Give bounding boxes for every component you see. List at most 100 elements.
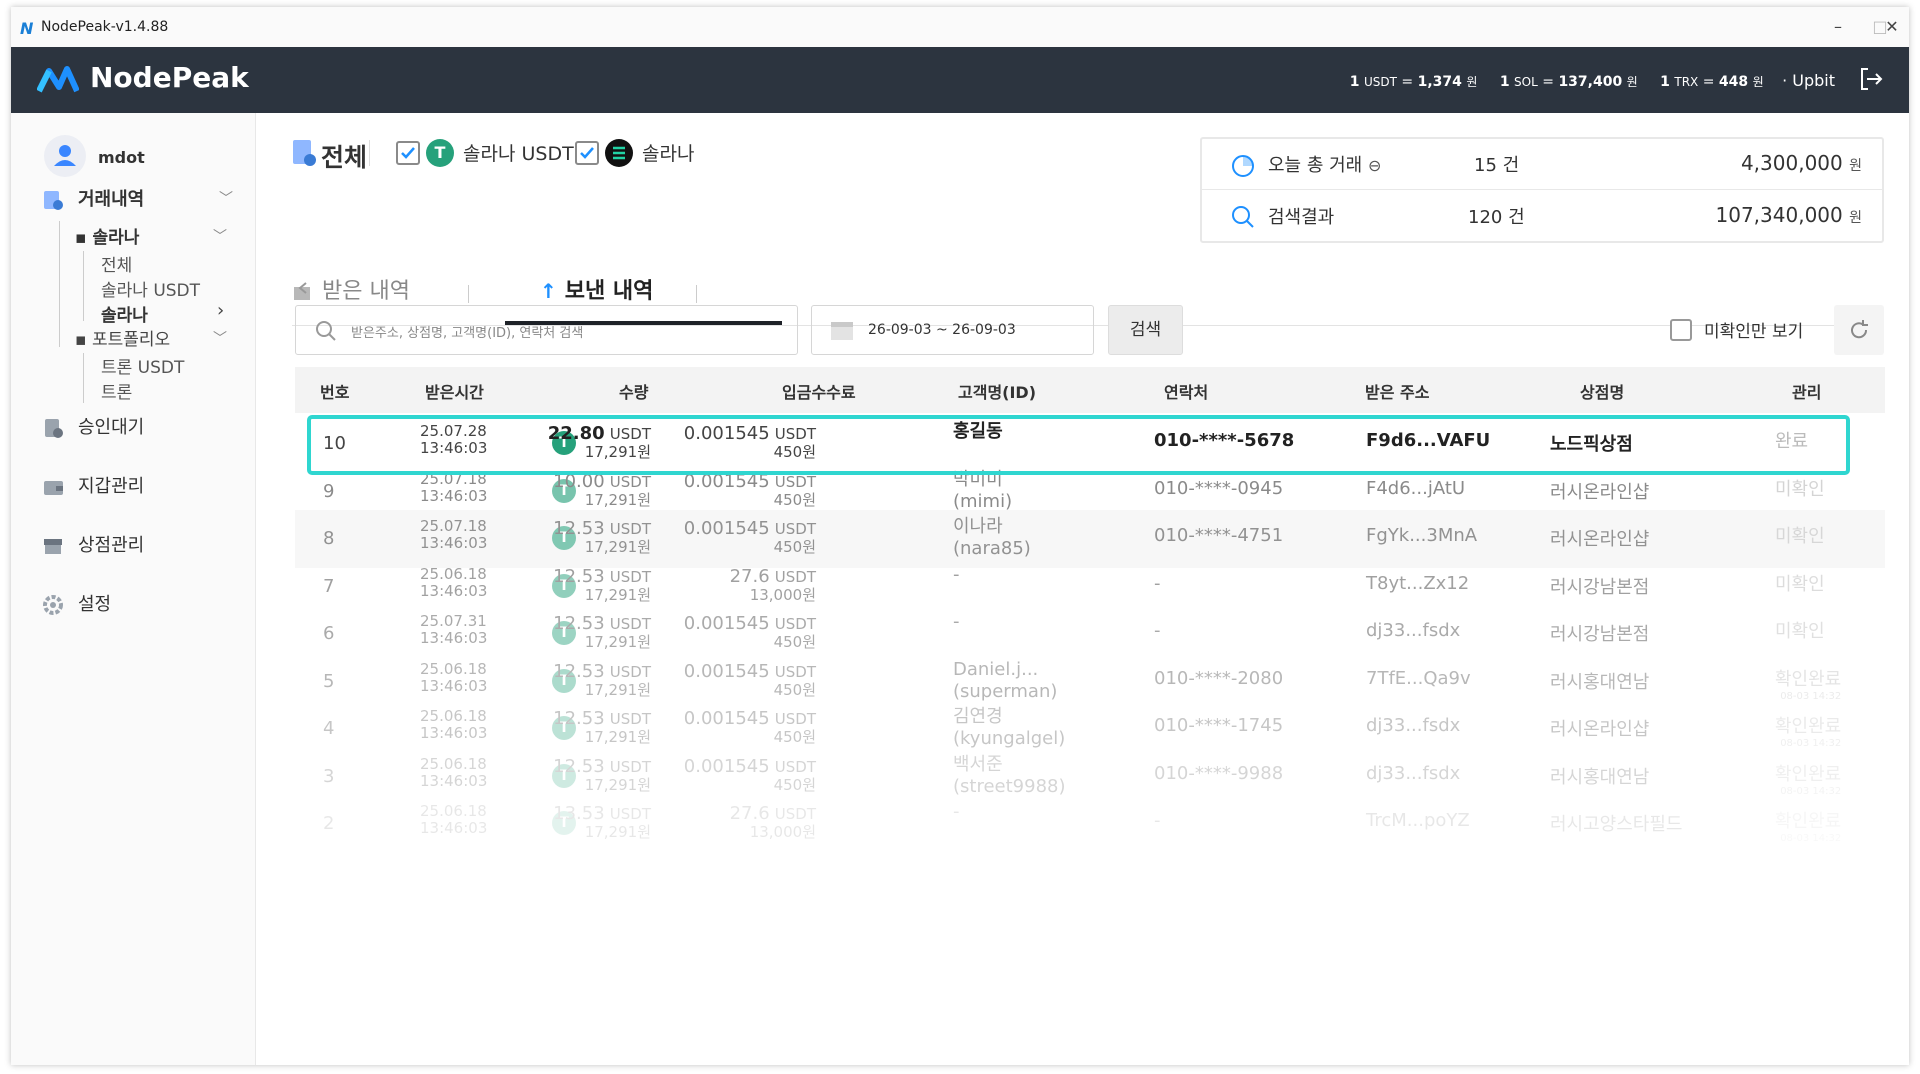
unconfirmed-checkbox[interactable] <box>1670 319 1692 341</box>
chevron-down-icon[interactable]: ﹀ <box>213 226 227 246</box>
row-address[interactable]: 7TfE...Qa9v <box>1366 668 1471 689</box>
row-status[interactable]: 미확인 <box>1775 617 1825 643</box>
row-phone: 010-****-1745 <box>1154 715 1284 736</box>
row-address[interactable]: F4d6...jAtU <box>1366 478 1465 499</box>
row-shop: 러시온라인샵 <box>1550 719 1650 740</box>
result-label: 검색결과 <box>1268 207 1335 228</box>
row-time: 25.07.18 13:46:03 <box>420 517 488 552</box>
tree-line <box>59 221 60 347</box>
col-customer[interactable]: 고객명(ID) <box>958 379 1036 403</box>
refresh-icon <box>1851 320 1868 339</box>
sol-checkbox[interactable] <box>575 141 599 165</box>
sidebar-item-wallet[interactable]: 지갑관리 <box>42 472 144 498</box>
logout-icon[interactable] <box>1857 65 1885 93</box>
row-amount: 12.53 USDT 17,291원 <box>553 613 651 651</box>
rate-usdt: 1 USDT = 1,374 원 <box>1349 74 1478 90</box>
col-fee[interactable]: 입금수수료 <box>782 379 856 403</box>
col-shop[interactable]: 상점명 <box>1580 379 1624 403</box>
sidebar-item-store[interactable]: 상점관리 <box>42 531 144 557</box>
row-shop: 러시온라인샵 <box>1550 481 1650 503</box>
row-address[interactable]: TrcM...poYZ <box>1366 810 1470 831</box>
summary-result: 검색결과 120 건 107,340,000 원 <box>1202 191 1882 241</box>
sidebar-item-pending[interactable]: 승인대기 <box>42 413 144 439</box>
col-time[interactable]: 받은시간 <box>425 379 484 403</box>
check-icon <box>580 147 594 159</box>
row-amount: 12.53 USDT 17,291원 <box>553 755 651 794</box>
col-phone[interactable]: 연락처 <box>1164 379 1208 403</box>
tab-sent[interactable]: ↑ 보낸 내역 <box>540 273 653 305</box>
solana-icon <box>605 139 633 167</box>
row-status[interactable]: 확인완료 08-03 14:32 <box>1775 665 1841 702</box>
search-button[interactable]: 검색 <box>1108 305 1183 355</box>
sidebar-item-solana-usdt[interactable]: 솔라나 USDT <box>101 276 200 301</box>
sidebar-item-tron-usdt[interactable]: 트론 USDT <box>101 353 184 378</box>
usdt-checkbox[interactable] <box>396 141 420 165</box>
row-address[interactable]: T8yt...Zx12 <box>1366 573 1469 594</box>
row-time: 25.06.18 13:46:03 <box>420 754 488 790</box>
row-address[interactable]: dj33...fsdx <box>1366 763 1460 784</box>
filter-usdt-label: 솔라나 USDT <box>463 143 574 165</box>
filter-sol-label: 솔라나 <box>642 143 695 165</box>
minimize-button[interactable]: – <box>1823 15 1853 39</box>
sidebar-group-solana[interactable]: ▪ 솔라나 <box>75 223 139 248</box>
list-icon <box>44 191 63 210</box>
row-time: 25.06.18 13:46:03 <box>420 659 488 695</box>
store-icon <box>44 539 62 554</box>
row-number: 5 <box>323 670 335 692</box>
today-count: 15 건 <box>1474 155 1520 176</box>
row-phone: 010-****-0945 <box>1154 477 1284 499</box>
row-status[interactable]: 확인완료 08-03 14:32 <box>1775 807 1841 844</box>
inbox-icon <box>292 282 314 302</box>
row-address[interactable]: dj33...fsdx <box>1366 715 1460 736</box>
col-amount[interactable]: 수량 <box>619 379 648 403</box>
row-address[interactable]: dj33...fsdx <box>1366 620 1460 641</box>
check-icon <box>401 147 415 159</box>
sidebar-item-all[interactable]: 전체 <box>101 251 132 276</box>
tab-received[interactable]: 받은 내역 <box>292 273 410 305</box>
row-fee: 27.6 USDT 13,000원 <box>729 565 816 604</box>
row-number: 2 <box>323 813 335 834</box>
sidebar-item-tron[interactable]: 트론 <box>101 378 132 403</box>
selected-row-highlight <box>307 415 1850 475</box>
sidebar-group-portfolio[interactable]: ▪ 포트폴리오 <box>75 325 170 350</box>
row-status[interactable]: 확인완료 08-03 14:32 <box>1775 712 1841 749</box>
row-customer: 박미미 (mimi) <box>953 468 1013 512</box>
today-amount: 4,300,000 원 <box>1740 151 1862 175</box>
row-number: 6 <box>323 623 335 644</box>
row-customer: - <box>953 611 960 632</box>
rate-source: · Upbit <box>1782 71 1835 90</box>
sidebar-item-settings[interactable]: 설정 <box>42 590 111 616</box>
table-row[interactable]: 2 25.06.18 13:46:03 T 13.53 USDT 17,291원 2… <box>295 795 1885 853</box>
row-status[interactable]: 미확인 <box>1775 475 1825 501</box>
row-shop: 러시홍대연남 <box>1550 766 1650 788</box>
row-fee: 0.001545 USDT 450원 <box>683 755 816 794</box>
chevron-right-icon[interactable]: › <box>217 300 224 321</box>
app-window: N NodePeak-v1.4.88 – □ ✕ NodePeak 1 USDT… <box>11 7 1909 1065</box>
refresh-button[interactable] <box>1834 305 1884 355</box>
sidebar-item-transactions[interactable]: 거래내역 <box>42 185 144 211</box>
chevron-down-icon[interactable]: ﹀ <box>219 188 233 208</box>
row-fee: 0.001545 USDT 450원 <box>683 470 816 509</box>
row-customer: Daniel.j... (superman) <box>953 658 1058 702</box>
info-icon[interactable]: ⊖ <box>1368 156 1381 175</box>
row-customer: - <box>953 563 960 585</box>
search-input[interactable]: 받은주소, 상점명, 고객명(ID), 연락처 검색 <box>295 305 798 355</box>
row-status[interactable]: 확인완료 08-03 14:32 <box>1775 760 1841 797</box>
row-amount: 13.53 USDT 17,291원 <box>553 803 651 841</box>
calendar-icon <box>831 322 853 340</box>
sidebar-item-solana[interactable]: 솔라나 <box>101 301 148 326</box>
close-button[interactable]: ✕ <box>1877 15 1907 39</box>
row-fee: 27.6 USDT 13,000원 <box>729 803 816 841</box>
chevron-down-icon[interactable]: ﹀ <box>213 328 227 348</box>
row-shop: 러시홍대연남 <box>1550 671 1650 693</box>
col-address[interactable]: 받은 주소 <box>1365 379 1429 403</box>
col-manage[interactable]: 관리 <box>1792 379 1821 403</box>
row-customer: 김연경 (kyungalgel) <box>953 706 1066 749</box>
row-customer: 이나라 (nara85) <box>953 516 1031 559</box>
row-status[interactable]: 미확인 <box>1775 570 1825 596</box>
row-status[interactable]: 미확인 <box>1775 522 1825 548</box>
date-range-input[interactable]: 26-09-03 ~ 26-09-03 <box>811 305 1094 355</box>
row-time: 25.07.18 13:46:03 <box>420 469 488 505</box>
row-address[interactable]: FgYk...3MnA <box>1366 525 1477 546</box>
col-no[interactable]: 번호 <box>320 379 349 403</box>
